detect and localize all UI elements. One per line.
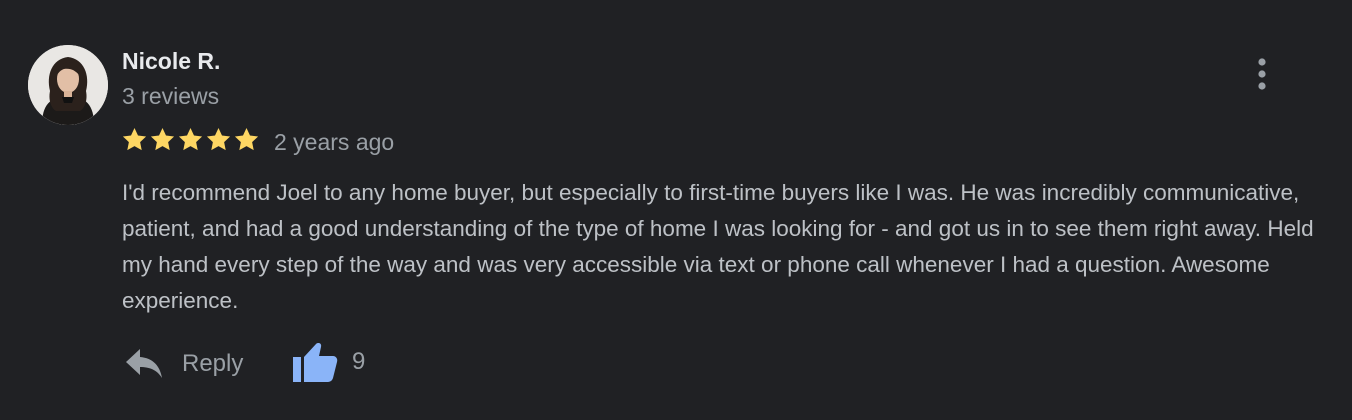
avatar-image xyxy=(28,45,108,125)
more-vert-icon xyxy=(1258,58,1266,90)
like-count: 9 xyxy=(352,348,366,375)
star-rating xyxy=(121,126,261,154)
reply-label: Reply xyxy=(182,350,244,377)
review-text: I'd recommend Joel to any home buyer, bu… xyxy=(122,180,1314,313)
like-button[interactable]: 9 xyxy=(290,338,365,386)
review-count: 3 reviews xyxy=(122,83,220,109)
star-icon xyxy=(150,128,175,151)
author-name[interactable]: Nicole R. xyxy=(122,47,220,75)
more-options-button[interactable] xyxy=(1246,54,1278,94)
star-icon xyxy=(234,128,259,151)
review-date: 2 years ago xyxy=(274,129,395,155)
star-icon xyxy=(122,128,147,151)
reply-button[interactable]: Reply xyxy=(124,340,243,388)
star-icon xyxy=(178,128,203,151)
star-icon xyxy=(206,128,231,151)
reply-arrow-icon xyxy=(126,349,162,378)
avatar[interactable] xyxy=(28,45,108,125)
thumbs-up-icon xyxy=(293,343,338,382)
